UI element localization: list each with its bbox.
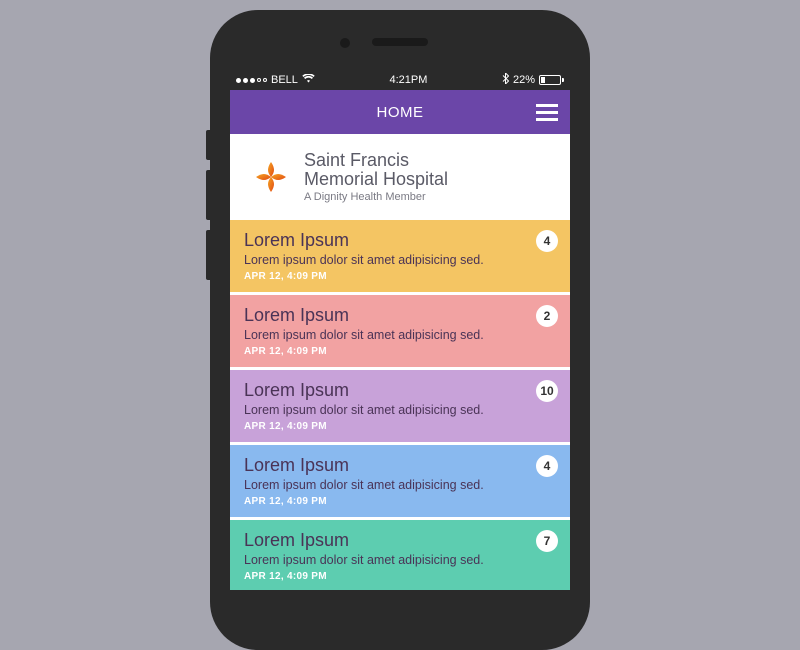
phone-camera (340, 38, 350, 48)
item-subtitle: Lorem ipsum dolor sit amet adipisicing s… (244, 478, 556, 492)
brand-name-1: Saint Francis (304, 151, 448, 170)
hamburger-icon (536, 104, 558, 107)
phone-frame: BELL 4:21PM 22% HOME (210, 10, 590, 650)
status-bar: BELL 4:21PM 22% (230, 70, 570, 90)
feed-list: Lorem Ipsum Lorem ipsum dolor sit amet ad… (230, 220, 570, 590)
battery-pct: 22% (513, 74, 535, 86)
count-badge: 4 (536, 455, 558, 477)
item-title: Lorem Ipsum (244, 305, 556, 326)
bluetooth-icon (502, 73, 509, 87)
brand-text: Saint Francis Memorial Hospital A Dignit… (304, 151, 448, 203)
hospital-logo-icon (250, 156, 292, 198)
item-subtitle: Lorem ipsum dolor sit amet adipisicing s… (244, 328, 556, 342)
brand-banner: Saint Francis Memorial Hospital A Dignit… (230, 134, 570, 220)
count-badge: 2 (536, 305, 558, 327)
status-time: 4:21PM (389, 74, 427, 86)
list-item[interactable]: Lorem Ipsum Lorem ipsum dolor sit amet ad… (230, 220, 570, 295)
list-item[interactable]: Lorem Ipsum Lorem ipsum dolor sit amet ad… (230, 370, 570, 445)
list-item[interactable]: Lorem Ipsum Lorem ipsum dolor sit amet ad… (230, 295, 570, 370)
item-title: Lorem Ipsum (244, 230, 556, 251)
status-right: 22% (502, 73, 564, 87)
battery-icon (539, 75, 564, 85)
item-title: Lorem Ipsum (244, 380, 556, 401)
item-title: Lorem Ipsum (244, 530, 556, 551)
item-title: Lorem Ipsum (244, 455, 556, 476)
page-title: HOME (377, 104, 424, 121)
count-badge: 7 (536, 530, 558, 552)
item-subtitle: Lorem ipsum dolor sit amet adipisicing s… (244, 253, 556, 267)
item-timestamp: APR 12, 4:09 PM (244, 421, 556, 432)
item-timestamp: APR 12, 4:09 PM (244, 271, 556, 282)
count-badge: 10 (536, 380, 558, 402)
menu-button[interactable] (536, 90, 558, 134)
brand-name-2: Memorial Hospital (304, 170, 448, 189)
item-timestamp: APR 12, 4:09 PM (244, 496, 556, 507)
app-header: HOME (230, 90, 570, 134)
list-item[interactable]: Lorem Ipsum Lorem ipsum dolor sit amet ad… (230, 520, 570, 590)
phone-earpiece (372, 38, 428, 46)
brand-subtitle: A Dignity Health Member (304, 191, 448, 203)
wifi-icon (302, 74, 315, 86)
status-left: BELL (236, 74, 315, 86)
count-badge: 4 (536, 230, 558, 252)
signal-dots-icon (236, 78, 267, 83)
list-item[interactable]: Lorem Ipsum Lorem ipsum dolor sit amet ad… (230, 445, 570, 520)
item-timestamp: APR 12, 4:09 PM (244, 346, 556, 357)
carrier-label: BELL (271, 74, 298, 86)
item-subtitle: Lorem ipsum dolor sit amet adipisicing s… (244, 403, 556, 417)
item-subtitle: Lorem ipsum dolor sit amet adipisicing s… (244, 553, 556, 567)
item-timestamp: APR 12, 4:09 PM (244, 571, 556, 582)
phone-screen: BELL 4:21PM 22% HOME (230, 70, 570, 590)
